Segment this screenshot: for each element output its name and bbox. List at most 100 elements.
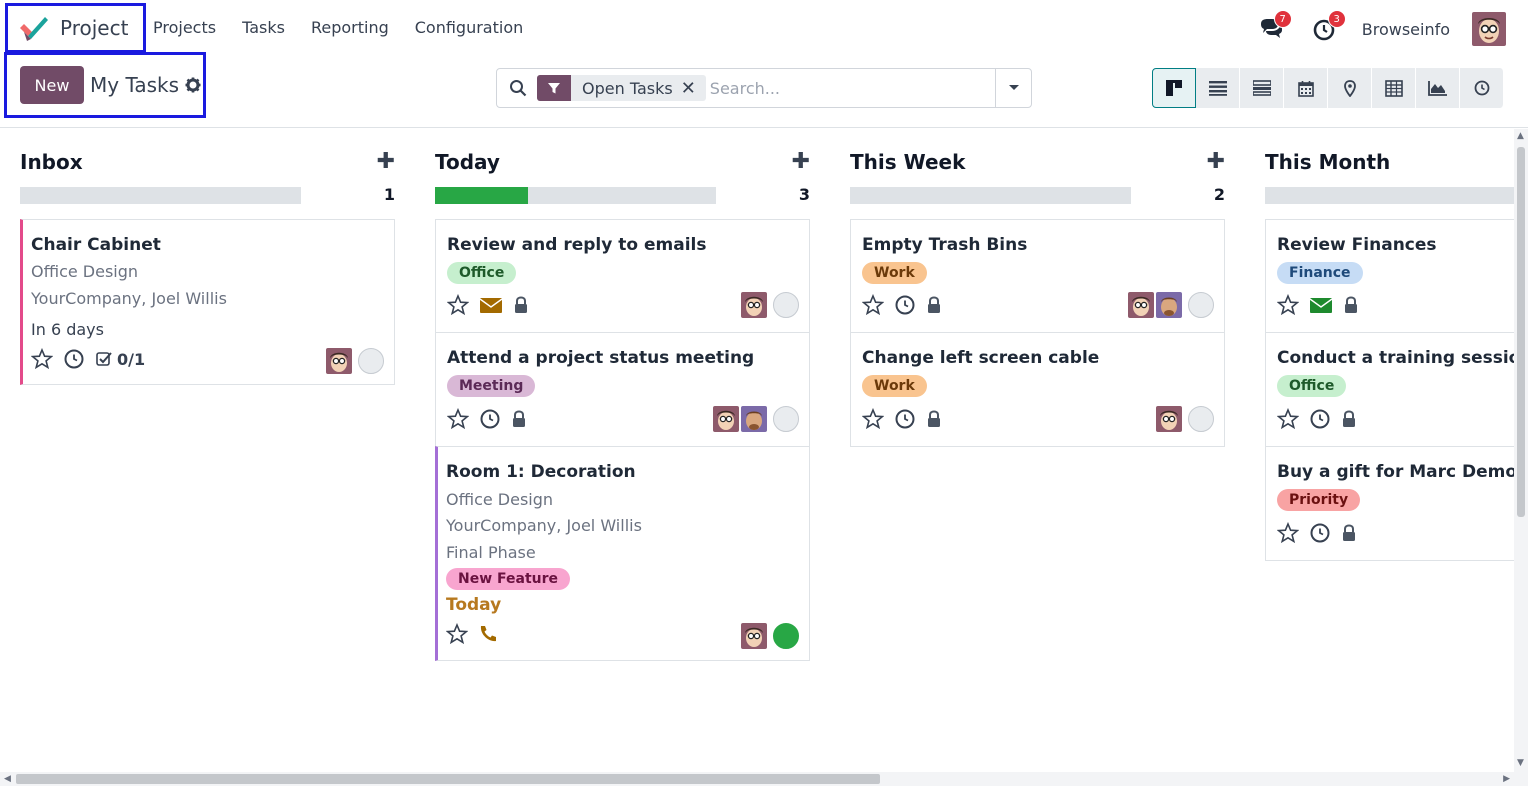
menu-item-projects[interactable]: Projects xyxy=(153,18,216,37)
column-count: 3 xyxy=(798,185,810,204)
column-title[interactable]: Inbox xyxy=(20,150,83,174)
pivot-view-button[interactable] xyxy=(1372,68,1416,108)
quick-create-plus-icon[interactable]: ✚ xyxy=(377,149,395,174)
quick-create-plus-icon[interactable]: ✚ xyxy=(792,149,810,174)
facet-remove-icon[interactable]: ✕ xyxy=(681,78,706,99)
company-switcher[interactable]: Browseinfo xyxy=(1362,20,1450,39)
assignee-avatar-icon[interactable] xyxy=(741,623,767,649)
activity-clock-icon[interactable] xyxy=(479,408,501,430)
lock-icon[interactable] xyxy=(511,410,527,428)
kanban-card[interactable]: Conduct a training session Office xyxy=(1265,332,1514,447)
activities-button[interactable]: 3 xyxy=(1312,10,1346,42)
kanban-state-indicator[interactable] xyxy=(1188,406,1214,432)
star-icon[interactable] xyxy=(446,623,468,645)
activity-clock-view-button[interactable] xyxy=(1460,68,1504,108)
kanban-card[interactable]: Review and reply to emails Office xyxy=(435,219,810,333)
star-icon[interactable] xyxy=(862,294,884,316)
lock-icon[interactable] xyxy=(1341,524,1357,542)
new-task-button[interactable]: New xyxy=(20,66,84,104)
activity-clock-icon[interactable] xyxy=(894,408,916,430)
envelope-icon[interactable] xyxy=(479,295,503,315)
lock-icon[interactable] xyxy=(1343,296,1359,314)
star-icon[interactable] xyxy=(1277,522,1299,544)
graph-view-button[interactable] xyxy=(1416,68,1460,108)
calendar-view-button[interactable] xyxy=(1284,68,1328,108)
card-milestone: Final Phase xyxy=(446,543,536,562)
kanban-card[interactable]: Room 1: Decoration Office Design YourCom… xyxy=(435,446,810,661)
horizontal-scroll-thumb[interactable] xyxy=(16,774,880,784)
activity-clock-icon[interactable] xyxy=(1309,522,1331,544)
star-icon[interactable] xyxy=(1277,408,1299,430)
column-count: 2 xyxy=(1213,185,1225,204)
activity-view-button[interactable] xyxy=(1240,68,1284,108)
vertical-scrollbar[interactable]: ▲ ▼ xyxy=(1514,129,1528,786)
assignee-avatar-icon[interactable] xyxy=(741,292,767,318)
kanban-card[interactable]: Review Finances Finance xyxy=(1265,219,1514,333)
assignee-avatar-icon[interactable] xyxy=(1156,292,1182,318)
menu-item-configuration[interactable]: Configuration xyxy=(415,18,524,37)
activity-clock-icon[interactable] xyxy=(894,294,916,316)
lock-icon[interactable] xyxy=(1341,410,1357,428)
search-input[interactable] xyxy=(709,78,980,98)
scroll-up-arrow-icon[interactable]: ▲ xyxy=(1517,131,1524,141)
star-icon[interactable] xyxy=(862,408,884,430)
menu-item-tasks[interactable]: Tasks xyxy=(242,18,285,37)
activity-clock-icon[interactable] xyxy=(1309,408,1331,430)
card-icons xyxy=(862,408,942,430)
quick-create-plus-icon[interactable]: ✚ xyxy=(1207,149,1225,174)
gear-icon[interactable] xyxy=(185,77,201,93)
search-options-toggle[interactable] xyxy=(995,69,1031,107)
activity-clock-icon[interactable] xyxy=(63,348,85,370)
star-icon[interactable] xyxy=(447,294,469,316)
column-title[interactable]: Today xyxy=(435,150,500,174)
messages-button[interactable]: 7 xyxy=(1258,10,1292,42)
vertical-scroll-thumb[interactable] xyxy=(1517,147,1525,517)
kanban-state-indicator[interactable] xyxy=(773,406,799,432)
kanban-state-indicator[interactable] xyxy=(773,292,799,318)
column-progress-bar[interactable] xyxy=(850,187,1131,204)
card-tag: Work xyxy=(862,262,927,284)
column-progress-bar[interactable] xyxy=(20,187,301,204)
assignee-avatar-icon[interactable] xyxy=(741,406,767,432)
assignee-avatar-icon[interactable] xyxy=(1128,292,1154,318)
horizontal-scrollbar[interactable]: ◀ ▶ xyxy=(0,772,1514,786)
column-progress-bar[interactable] xyxy=(435,187,716,204)
search-icon[interactable] xyxy=(509,79,527,97)
assignee-avatar-icon[interactable] xyxy=(326,348,352,374)
kanban-card[interactable]: Attend a project status meeting Meeting xyxy=(435,332,810,447)
lock-icon[interactable] xyxy=(926,296,942,314)
activities-badge: 3 xyxy=(1327,10,1346,28)
app-brand[interactable]: Project xyxy=(5,3,146,53)
list-view-button[interactable] xyxy=(1196,68,1240,108)
menu-item-reporting[interactable]: Reporting xyxy=(311,18,389,37)
star-icon[interactable] xyxy=(447,408,469,430)
column-title[interactable]: This Month xyxy=(1265,150,1390,174)
envelope-icon[interactable] xyxy=(1309,295,1333,315)
star-icon[interactable] xyxy=(31,348,53,370)
column-title[interactable]: This Week xyxy=(850,150,965,174)
kanban-card[interactable]: Buy a gift for Marc Demo's Priority xyxy=(1265,446,1514,561)
scroll-right-arrow-icon[interactable]: ▶ xyxy=(1503,772,1510,786)
kanban-view-button[interactable] xyxy=(1152,68,1196,108)
kanban-card[interactable]: Empty Trash Bins Work xyxy=(850,219,1225,333)
column-count: 1 xyxy=(383,185,395,204)
search-facet: Open Tasks ✕ xyxy=(537,75,706,101)
assignee-avatar-icon[interactable] xyxy=(1156,406,1182,432)
kanban-state-indicator[interactable] xyxy=(773,623,799,649)
kanban-card[interactable]: Change left screen cable Work xyxy=(850,332,1225,447)
scroll-down-arrow-icon[interactable]: ▼ xyxy=(1517,758,1524,768)
card-tag: Office xyxy=(447,262,517,284)
column-progress-bar[interactable] xyxy=(1265,187,1514,204)
phone-icon[interactable] xyxy=(478,624,498,644)
user-avatar-icon[interactable] xyxy=(1472,12,1506,46)
kanban-card[interactable]: Chair Cabinet Office Design YourCompany,… xyxy=(20,219,395,385)
lock-icon[interactable] xyxy=(926,410,942,428)
map-view-button[interactable] xyxy=(1328,68,1372,108)
kanban-state-indicator[interactable] xyxy=(358,348,384,374)
kanban-state-indicator[interactable] xyxy=(1188,292,1214,318)
star-icon[interactable] xyxy=(1277,294,1299,316)
card-icons xyxy=(1277,522,1357,544)
assignee-avatar-icon[interactable] xyxy=(713,406,739,432)
lock-icon[interactable] xyxy=(513,296,529,314)
scroll-left-arrow-icon[interactable]: ◀ xyxy=(4,772,11,786)
